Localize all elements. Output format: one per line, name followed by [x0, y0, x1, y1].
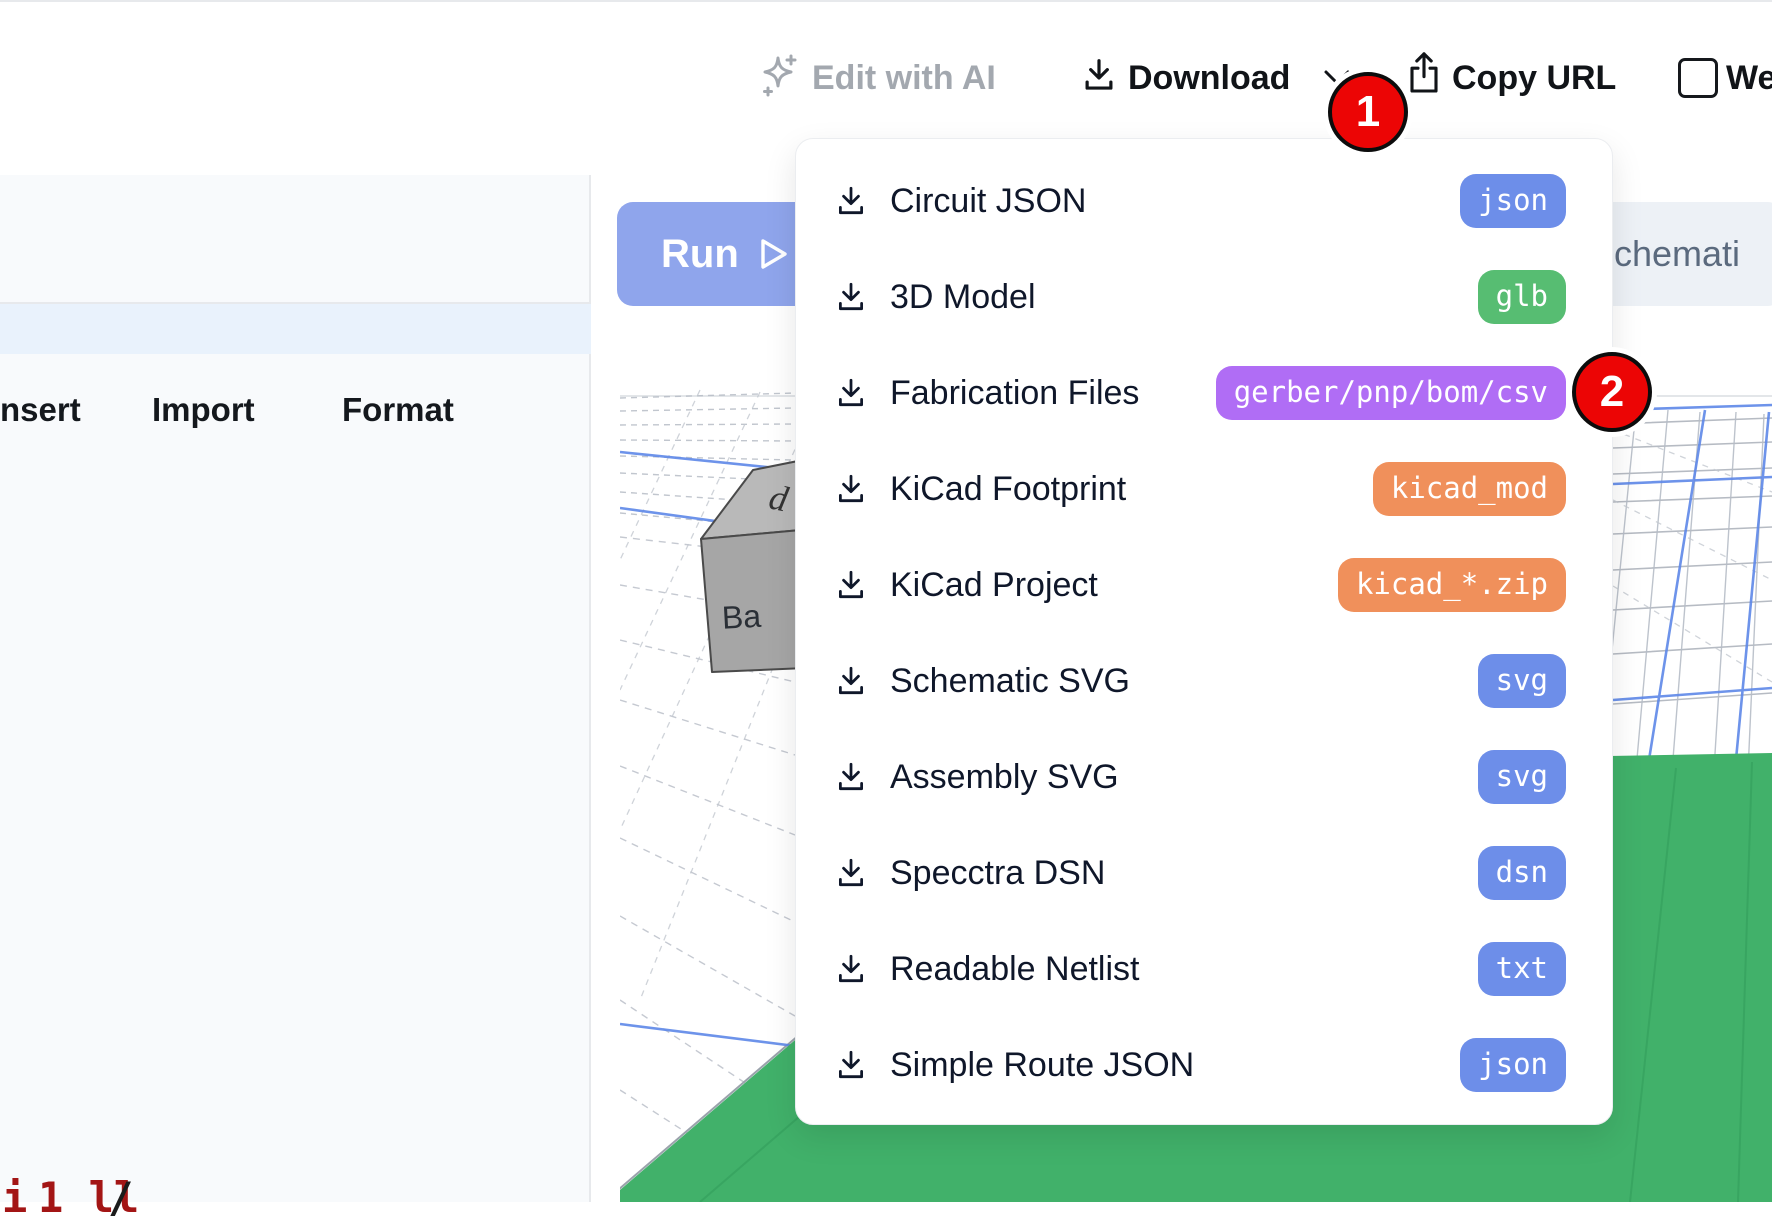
- download-icon: [834, 376, 868, 410]
- webview-checkbox[interactable]: [1678, 58, 1718, 98]
- run-button[interactable]: Run: [617, 202, 813, 306]
- copy-url-button[interactable]: Copy URL: [1452, 56, 1616, 100]
- menu-item-fabrication-files[interactable]: Fabrication Filesgerber/pnp/bom/csv: [796, 345, 1612, 441]
- menu-item-label: KiCad Footprint: [890, 470, 1373, 509]
- tab-schematic[interactable]: chemati: [1600, 202, 1772, 306]
- tab-schematic-label: chemati: [1614, 233, 1740, 275]
- code-editor-panel[interactable]: nsert Import Format i1 ll/: [0, 175, 591, 1202]
- format-badge: kicad_*.zip: [1338, 558, 1566, 612]
- menu-item-label: Specctra DSN: [890, 854, 1478, 893]
- download-icon: [834, 280, 868, 314]
- download-icon: [834, 184, 868, 218]
- menubar-item-format[interactable]: Format: [342, 391, 454, 429]
- menu-item-kicad-footprint[interactable]: KiCad Footprintkicad_mod: [796, 441, 1612, 537]
- step-badge-2: 2: [1572, 352, 1652, 432]
- download-dropdown-menu: Circuit JSONjson3D ModelglbFabrication F…: [795, 138, 1613, 1125]
- menu-item-specctra-dsn[interactable]: Specctra DSNdsn: [796, 825, 1612, 921]
- menu-item-assembly-svg[interactable]: Assembly SVGsvg: [796, 729, 1612, 825]
- menu-item-simple-route-json[interactable]: Simple Route JSONjson: [796, 1017, 1612, 1113]
- menu-item-readable-netlist[interactable]: Readable Netlisttxt: [796, 921, 1612, 1017]
- menu-item-schematic-svg[interactable]: Schematic SVGsvg: [796, 633, 1612, 729]
- webview-checkbox-label: We: [1726, 56, 1772, 100]
- step-badge-1: 1: [1328, 72, 1408, 152]
- sparkles-icon: [756, 52, 800, 100]
- menu-item-label: KiCad Project: [890, 566, 1338, 605]
- download-icon: [834, 568, 868, 602]
- menu-item-label: Fabrication Files: [890, 374, 1216, 413]
- play-icon: [759, 237, 789, 271]
- format-badge: dsn: [1478, 846, 1566, 900]
- download-icon: [1080, 54, 1118, 96]
- menubar-item-insert[interactable]: nsert: [0, 391, 81, 429]
- download-icon: [834, 856, 868, 890]
- format-badge: gerber/pnp/bom/csv: [1216, 366, 1566, 420]
- run-button-label: Run: [661, 232, 739, 277]
- download-icon: [834, 760, 868, 794]
- menu-item-label: Schematic SVG: [890, 662, 1478, 701]
- format-badge: glb: [1478, 270, 1566, 324]
- format-badge: json: [1460, 174, 1566, 228]
- format-badge: svg: [1478, 654, 1566, 708]
- menu-item-label: Assembly SVG: [890, 758, 1478, 797]
- editor-active-line: [0, 304, 591, 354]
- download-icon: [834, 472, 868, 506]
- menu-item-3d-model[interactable]: 3D Modelglb: [796, 249, 1612, 345]
- menu-item-label: Readable Netlist: [890, 950, 1478, 989]
- format-badge: json: [1460, 1038, 1566, 1092]
- format-badge: kicad_mod: [1373, 462, 1566, 516]
- download-icon: [834, 952, 868, 986]
- edit-with-ai-button[interactable]: Edit with AI: [812, 56, 996, 100]
- menu-item-label: Simple Route JSON: [890, 1046, 1460, 1085]
- menu-item-circuit-json[interactable]: Circuit JSONjson: [796, 153, 1612, 249]
- format-badge: txt: [1478, 942, 1566, 996]
- menu-item-label: Circuit JSON: [890, 182, 1460, 221]
- download-icon: [834, 1048, 868, 1082]
- header-divider: [0, 0, 1772, 2]
- share-icon: [1406, 50, 1442, 96]
- menu-item-label: 3D Model: [890, 278, 1478, 317]
- format-badge: svg: [1478, 750, 1566, 804]
- download-icon: [834, 664, 868, 698]
- download-button[interactable]: Download: [1128, 56, 1290, 100]
- cube-front-label: Ba: [721, 598, 762, 636]
- menubar-item-import[interactable]: Import: [152, 391, 255, 429]
- menu-item-kicad-project[interactable]: KiCad Projectkicad_*.zip: [796, 537, 1612, 633]
